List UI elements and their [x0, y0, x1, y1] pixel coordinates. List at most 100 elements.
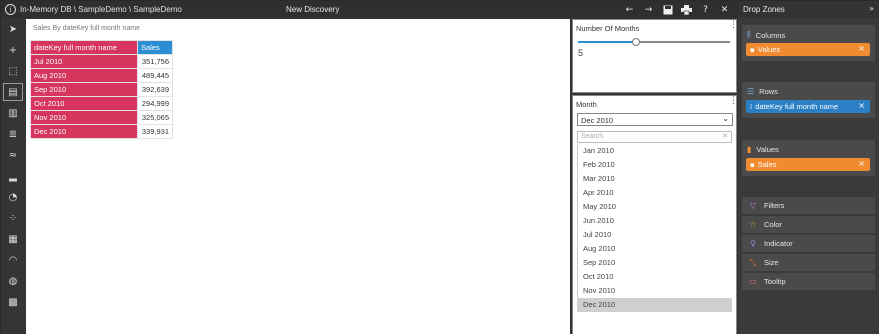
- title-bar: i In-Memory DB \ SampleDemo \ SampleDemo…: [1, 1, 738, 18]
- month-option[interactable]: Jul 2010: [578, 228, 732, 242]
- size-zone[interactable]: ⤡ Size: [742, 254, 875, 271]
- filters-zone[interactable]: ▽ Filters: [742, 197, 875, 214]
- search-placeholder: Search: [581, 133, 604, 140]
- color-icon: ☆: [749, 220, 757, 229]
- visual-title: Sales By dateKey full month name: [33, 25, 141, 32]
- values-icon: ▮: [747, 145, 752, 154]
- measure-icon: ▪: [750, 160, 755, 169]
- row-header[interactable]: dateKey full month name: [30, 40, 138, 55]
- month-option[interactable]: Feb 2010: [578, 158, 732, 172]
- save-icon[interactable]: [662, 4, 673, 15]
- sales-value: 325,065: [137, 110, 173, 125]
- add-icon[interactable]: +: [3, 41, 23, 59]
- columns-zone[interactable]: ⫼ Columns ▪ Values ×: [742, 25, 875, 61]
- forward-arrow-icon[interactable]: →: [643, 4, 654, 15]
- rows-zone[interactable]: ☰ Rows ⁞ dateKey full month name ×: [742, 82, 875, 118]
- search-input[interactable]: Search ✕: [577, 131, 732, 143]
- slider-thumb[interactable]: [631, 38, 640, 46]
- table-row[interactable]: Sep 2010 392,639: [30, 82, 173, 97]
- clear-search-icon[interactable]: ✕: [722, 132, 728, 140]
- treemap-icon[interactable]: ▦: [3, 230, 23, 248]
- breadcrumb: In-Memory DB \ SampleDemo \ SampleDemo: [20, 5, 182, 14]
- column-chart-icon[interactable]: ▥: [3, 104, 23, 122]
- zone-label-text: Values: [756, 145, 779, 154]
- sales-chip[interactable]: ▪ Sales ×: [746, 158, 870, 171]
- month-option[interactable]: Jan 2010: [578, 144, 732, 158]
- values-zone-label: ▮ Values: [747, 145, 779, 154]
- table-row[interactable]: Dec 2010 339,931: [30, 124, 173, 139]
- number-of-months-filter: Number Of Months ⋮ 5: [572, 19, 738, 93]
- indicator-zone[interactable]: ♀ Indicator: [742, 235, 875, 252]
- area-chart-icon[interactable]: ▂: [3, 167, 23, 185]
- remove-icon[interactable]: ×: [858, 159, 865, 168]
- chip-label: dateKey full month name: [755, 102, 839, 111]
- page-title: New Discovery: [286, 5, 340, 14]
- tooltip-zone[interactable]: ▭ Tooltip: [742, 273, 875, 290]
- tooltip-icon: ▭: [749, 277, 757, 286]
- select-region-icon[interactable]: ⬚: [3, 62, 23, 80]
- color-zone[interactable]: ☆ Color: [742, 216, 875, 233]
- pivot-table[interactable]: dateKey full month name Sales Jul 2010 3…: [30, 40, 173, 139]
- table-row[interactable]: Aug 2010 489,445: [30, 68, 173, 83]
- values-chip[interactable]: ▪ Values ×: [746, 43, 870, 56]
- month-option[interactable]: Nov 2010: [578, 284, 732, 298]
- discovery-canvas[interactable]: Sales By dateKey full month name dateKey…: [26, 19, 570, 334]
- chip-label: Values: [757, 45, 781, 54]
- chevron-down-icon: ⌄: [722, 114, 729, 123]
- sales-value: 392,639: [137, 82, 173, 97]
- datekey-chip[interactable]: ⁞ dateKey full month name ×: [746, 100, 870, 113]
- month-filter: Month ⋮ Dec 2010 ⌄ Search ✕ Jan 2010 Feb…: [572, 95, 738, 334]
- table-icon[interactable]: ▤: [3, 83, 23, 101]
- close-icon[interactable]: ✕: [719, 4, 730, 15]
- more-options-icon[interactable]: ⋮: [729, 97, 738, 106]
- filter-title: Month: [576, 100, 597, 109]
- row-label: Dec 2010: [30, 124, 138, 139]
- month-option[interactable]: Apr 2010: [578, 186, 732, 200]
- bar-chart-icon[interactable]: ≣: [3, 125, 23, 143]
- row-label: Nov 2010: [30, 110, 138, 125]
- month-option-selected[interactable]: Dec 2010: [578, 298, 732, 312]
- app-window: i In-Memory DB \ SampleDemo \ SampleDemo…: [0, 0, 879, 334]
- info-icon[interactable]: i: [5, 4, 16, 15]
- remove-icon[interactable]: ×: [858, 44, 865, 53]
- map-icon[interactable]: ◍: [3, 272, 23, 290]
- month-option[interactable]: Oct 2010: [578, 270, 732, 284]
- month-dropdown[interactable]: Dec 2010 ⌄: [577, 113, 733, 126]
- print-icon[interactable]: [681, 4, 692, 15]
- table-row[interactable]: Nov 2010 325,065: [30, 110, 173, 125]
- back-arrow-icon[interactable]: ←: [624, 4, 635, 15]
- columns-icon: ⫼: [747, 30, 751, 39]
- month-option[interactable]: May 2010: [578, 200, 732, 214]
- row-label: Sep 2010: [30, 82, 138, 97]
- columns-zone-label: ⫼ Columns: [747, 30, 785, 40]
- title-toolbar: ← → ? ✕: [624, 1, 730, 18]
- size-icon: ⤡: [749, 257, 757, 267]
- month-option[interactable]: Sep 2010: [578, 256, 732, 270]
- zone-label-text: Tooltip: [764, 277, 786, 286]
- month-option[interactable]: Jun 2010: [578, 214, 732, 228]
- drop-zones-header: Drop Zones »: [738, 1, 879, 18]
- table-row[interactable]: Jul 2010 351,756: [30, 54, 173, 69]
- month-option[interactable]: Aug 2010: [578, 242, 732, 256]
- drag-handle-icon: ⁞: [750, 102, 753, 111]
- help-icon[interactable]: ?: [700, 4, 711, 15]
- grid-icon[interactable]: ▩: [3, 293, 23, 311]
- gauge-icon[interactable]: ◠: [3, 251, 23, 269]
- column-header[interactable]: Sales: [137, 40, 173, 55]
- months-slider[interactable]: [578, 38, 730, 46]
- more-options-icon[interactable]: ⋮: [729, 21, 738, 30]
- pointer-icon[interactable]: ➤: [3, 20, 23, 38]
- scatter-chart-icon[interactable]: ⁘: [3, 209, 23, 227]
- pie-chart-icon[interactable]: ◔: [3, 188, 23, 206]
- collapse-icon[interactable]: »: [869, 4, 874, 13]
- remove-icon[interactable]: ×: [858, 101, 865, 110]
- slider-value: 5: [578, 48, 584, 58]
- chip-label: Sales: [757, 160, 777, 169]
- line-chart-icon[interactable]: ≈: [3, 146, 23, 164]
- sales-value: 351,756: [137, 54, 173, 69]
- values-zone[interactable]: ▮ Values ▪ Sales ×: [742, 140, 875, 176]
- table-row[interactable]: Oct 2010 294,999: [30, 96, 173, 111]
- month-option[interactable]: Mar 2010: [578, 172, 732, 186]
- zone-label-text: Indicator: [764, 239, 793, 248]
- slider-fill: [578, 41, 636, 43]
